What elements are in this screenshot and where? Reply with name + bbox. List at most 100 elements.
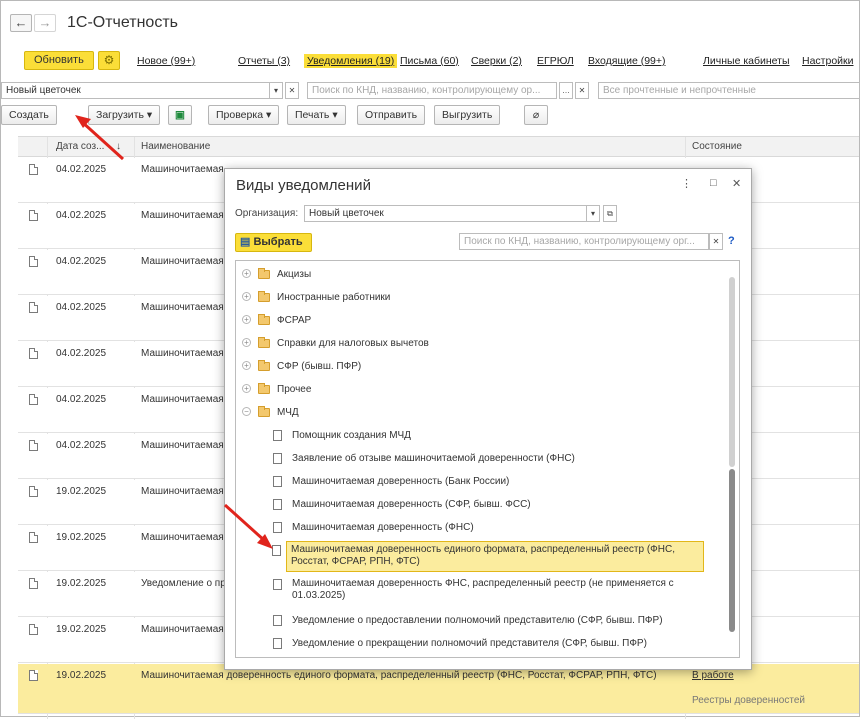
- create-button[interactable]: Создать: [1, 105, 57, 125]
- row-date: 19.02.2025: [56, 486, 107, 497]
- row-state-detail: Реестры доверенностей: [692, 695, 805, 706]
- status-filter[interactable]: Все прочтенные и непрочтенные: [598, 82, 860, 99]
- dialog-organization-open[interactable]: ⧉: [603, 205, 617, 222]
- row-date: 04.02.2025: [56, 440, 107, 451]
- tree-folder[interactable]: + СФР (бывш. ПФР): [236, 357, 716, 377]
- forward-button[interactable]: →: [34, 14, 56, 32]
- nav-link-reports[interactable]: Отчеты (3): [238, 55, 290, 67]
- document-icon: [29, 302, 38, 313]
- document-icon: [29, 164, 38, 175]
- scrollbar-thumb[interactable]: [729, 469, 735, 632]
- choose-button[interactable]: ▤ Выбрать: [235, 233, 312, 252]
- nav-link-reconciliations[interactable]: Сверки (2): [471, 55, 522, 67]
- print-button[interactable]: Печать ▾: [287, 105, 346, 125]
- annotation-arrow-create: [75, 115, 125, 161]
- close-icon: ✕: [712, 237, 720, 246]
- organization-filter[interactable]: Новый цветочек: [1, 82, 283, 99]
- expand-icon[interactable]: +: [242, 315, 251, 324]
- document-icon: [29, 348, 38, 359]
- dialog-close-button[interactable]: ✕: [732, 177, 741, 190]
- folder-icon: [258, 268, 270, 279]
- document-icon: [29, 210, 38, 221]
- row-name: Машиночитаемая: [141, 348, 224, 359]
- dialog-search-clear[interactable]: ✕: [709, 233, 723, 250]
- tree-item[interactable]: Машиночитаемая доверенность (ФНС): [236, 518, 716, 538]
- row-name: Машиночитаемая доверенность единого форм…: [141, 670, 657, 681]
- row-date: 04.02.2025: [56, 256, 107, 267]
- nav-link-personal-accounts[interactable]: Личные кабинеты: [703, 55, 790, 67]
- nav-link-new[interactable]: Новое (99+): [137, 55, 195, 67]
- check-button[interactable]: Проверка ▾: [208, 105, 280, 125]
- export-button[interactable]: Выгрузить: [434, 105, 501, 125]
- open-icon: ⧉: [607, 209, 613, 218]
- nav-link-incoming[interactable]: Входящие (99+): [588, 55, 666, 67]
- organization-clear-button[interactable]: ✕: [285, 82, 299, 99]
- tree-item-selected[interactable]: Машиночитаемая доверенность единого форм…: [272, 541, 704, 572]
- title-bar: ← → 1С-Отчетность: [1, 1, 859, 43]
- expand-icon[interactable]: +: [242, 338, 251, 347]
- attach-button[interactable]: ⌀: [524, 105, 548, 125]
- document-icon: [29, 256, 38, 267]
- row-date: 19.02.2025: [56, 578, 107, 589]
- row-date: 04.02.2025: [56, 348, 107, 359]
- refresh-button[interactable]: Обновить: [24, 51, 94, 70]
- search-more-button[interactable]: …: [559, 82, 573, 99]
- tree-folder-label: Акцизы: [277, 269, 312, 280]
- nav-link-letters[interactable]: Письма (60): [400, 55, 459, 67]
- settings-gear-button[interactable]: ⚙: [98, 51, 120, 70]
- expand-icon[interactable]: +: [242, 292, 251, 301]
- dialog-search-input[interactable]: Поиск по КНД, названию, контролирующему …: [459, 233, 709, 250]
- row-name: Уведомление о пр: [141, 578, 226, 589]
- tree-item-label: Машиночитаемая доверенность (Банк России…: [292, 476, 510, 487]
- expand-icon[interactable]: +: [242, 384, 251, 393]
- column-name[interactable]: Наименование: [141, 141, 210, 152]
- table-header: Дата соз... ↓ Наименование Состояние: [18, 137, 859, 157]
- row-name: Машиночитаемая: [141, 532, 224, 543]
- tree-item[interactable]: Машиночитаемая доверенность (СФР, бывш. …: [236, 495, 716, 515]
- search-clear-button[interactable]: ✕: [575, 82, 589, 99]
- tree-scrollbar[interactable]: [729, 265, 736, 653]
- organization-label: Организация:: [235, 208, 299, 219]
- help-button[interactable]: ?: [728, 235, 735, 247]
- tree-folder[interactable]: + ФСРАР: [236, 311, 716, 331]
- row-state-link[interactable]: В работе: [692, 670, 734, 681]
- document-icon: [29, 394, 38, 405]
- table-row-selected[interactable]: 19.02.2025 Машиночитаемая доверенность е…: [18, 664, 859, 714]
- folder-icon: [258, 291, 270, 302]
- tree-folder-label: Прочее: [277, 384, 312, 395]
- nav-link-settings[interactable]: Настройки: [802, 55, 854, 67]
- search-input[interactable]: Поиск по КНД, названию, контролирующему …: [307, 82, 557, 99]
- dialog-organization-dropdown[interactable]: ▾: [586, 205, 600, 222]
- dialog-organization-field[interactable]: Новый цветочек: [304, 205, 600, 222]
- dialog-menu-button[interactable]: ⋮: [681, 177, 692, 190]
- excel-button[interactable]: ▣: [168, 105, 192, 125]
- document-icon: [273, 476, 282, 487]
- tree-folder[interactable]: + Акцизы: [236, 265, 716, 285]
- tree-item-label: Уведомление о предоставлении полномочий …: [292, 615, 663, 626]
- column-state[interactable]: Состояние: [692, 141, 742, 152]
- nav-link-notifications[interactable]: Уведомления (19): [304, 54, 398, 68]
- send-button[interactable]: Отправить: [357, 105, 426, 125]
- tree-folder[interactable]: − МЧД: [236, 403, 716, 423]
- expand-icon[interactable]: +: [242, 269, 251, 278]
- collapse-icon[interactable]: −: [242, 407, 251, 416]
- row-name: Машиночитаемая: [141, 394, 224, 405]
- organization-dropdown-button[interactable]: ▾: [269, 82, 283, 99]
- tree-folder[interactable]: + Прочее: [236, 380, 716, 400]
- tree-item[interactable]: Заявление об отзыве машиночитаемой довер…: [236, 449, 716, 469]
- row-name: Машиночитаемая: [141, 302, 224, 313]
- row-name: Машиночитаемая: [141, 440, 224, 451]
- row-date: 19.02.2025: [56, 670, 107, 681]
- tree-item[interactable]: Машиночитаемая доверенность (Банк России…: [236, 472, 716, 492]
- nav-link-egrul[interactable]: ЕГРЮЛ: [537, 55, 574, 67]
- tree-item[interactable]: Помощник создания МЧД: [236, 426, 716, 446]
- check-label: Проверка: [216, 109, 264, 121]
- ellipsis-icon: …: [562, 86, 570, 95]
- dialog-maximize-button[interactable]: □: [710, 177, 717, 189]
- tree-folder[interactable]: + Справки для налоговых вычетов: [236, 334, 716, 354]
- row-name: Машиночитаемая: [141, 256, 224, 267]
- tree-folder[interactable]: + Иностранные работники: [236, 288, 716, 308]
- excel-icon: ▣: [175, 109, 185, 121]
- expand-icon[interactable]: +: [242, 361, 251, 370]
- back-button[interactable]: ←: [10, 14, 32, 32]
